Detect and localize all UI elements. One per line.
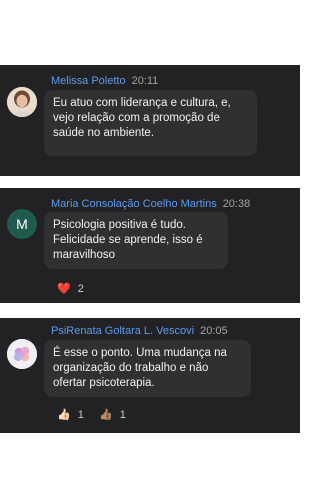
avatar[interactable] bbox=[7, 87, 37, 117]
heart-icon: ❤️ bbox=[57, 283, 71, 295]
avatar[interactable] bbox=[7, 339, 37, 369]
sender-name[interactable]: Melissa Poletto bbox=[51, 75, 126, 87]
message-bubble[interactable]: É esse o ponto. Uma mudança na organizaç… bbox=[44, 340, 251, 397]
thumbs-up-icon: 👍🏻 bbox=[57, 409, 71, 421]
sender-name[interactable]: Maria Consolação Coelho Martins bbox=[51, 198, 217, 210]
reaction-heart[interactable]: ❤️ 2 bbox=[57, 282, 84, 296]
reaction-thumbs-up[interactable]: 👍🏽 1 bbox=[99, 408, 126, 422]
message-card: M Maria Consolação Coelho Martins 20:38 P… bbox=[0, 188, 300, 303]
reaction-thumbs-up[interactable]: 👍🏻 1 bbox=[57, 408, 84, 422]
chat-screen: Melissa Poletto 20:11 Eu atuo com lideran… bbox=[0, 0, 300, 500]
message-header: PsiRenata Goltara L. Vescovi 20:05 bbox=[51, 325, 228, 337]
avatar[interactable]: M bbox=[7, 209, 37, 239]
profile-photo-icon bbox=[7, 87, 37, 117]
message-header: Maria Consolação Coelho Martins 20:38 bbox=[51, 198, 250, 210]
reaction-count: 1 bbox=[77, 408, 84, 421]
timestamp: 20:38 bbox=[222, 198, 251, 210]
reaction-count: 2 bbox=[77, 282, 84, 295]
message-header: Melissa Poletto 20:11 bbox=[51, 75, 158, 87]
timestamp: 20:05 bbox=[200, 325, 228, 337]
timestamp: 20:11 bbox=[131, 75, 159, 87]
message-card: PsiRenata Goltara L. Vescovi 20:05 É esse… bbox=[0, 318, 300, 433]
brain-icon bbox=[7, 339, 37, 369]
thumbs-up-icon: 👍🏽 bbox=[99, 409, 113, 421]
message-bubble[interactable]: Eu atuo com liderança e cultura, e, vejo… bbox=[44, 90, 257, 156]
sender-name[interactable]: PsiRenata Goltara L. Vescovi bbox=[51, 325, 194, 337]
message-bubble[interactable]: Psicologia positiva é tudo. Felicidade s… bbox=[44, 212, 228, 269]
message-card: Melissa Poletto 20:11 Eu atuo com lideran… bbox=[0, 65, 300, 176]
reaction-count: 1 bbox=[119, 408, 126, 421]
